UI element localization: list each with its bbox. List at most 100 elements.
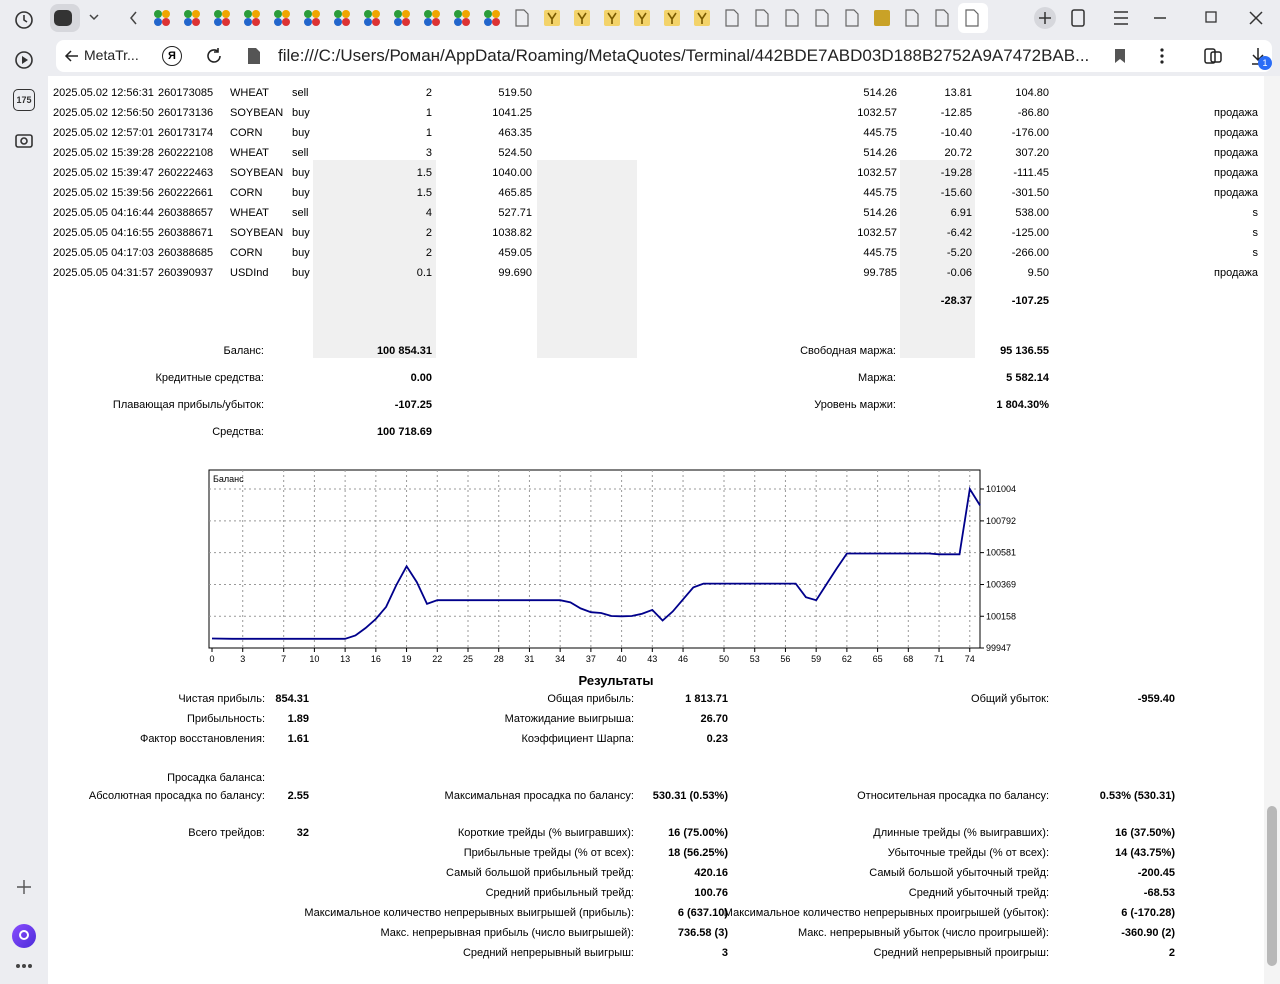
menu-dots-icon[interactable] [1152,46,1172,66]
tab-favicon[interactable] [214,18,222,26]
total-trades-value: 32 [296,827,309,839]
screenshot-icon[interactable] [10,126,38,154]
x-tick-label: 7 [281,654,286,664]
tab-favicon[interactable] [394,18,402,26]
tab-favicon[interactable] [515,9,529,27]
tab-favicon[interactable] [154,18,162,26]
tab-favicon[interactable] [154,10,162,18]
scroll-tabs-left-icon[interactable] [130,11,137,25]
tab-favicon[interactable] [785,9,799,27]
back-arrow-icon[interactable] [62,46,82,66]
tab-favicon[interactable] [304,18,312,26]
tab-favicon[interactable] [935,9,949,27]
more-dots-icon[interactable] [10,952,38,980]
x-tick-label: 74 [965,654,975,664]
tab-favicon[interactable] [372,18,380,26]
tab-favicon[interactable] [454,18,462,26]
tab-favicon[interactable] [342,18,350,26]
scrollbar[interactable] [1264,76,1280,984]
url-field[interactable]: file:///C:/Users/Роман/AppData/Roaming/M… [278,46,1089,66]
collections-icon[interactable] [1202,46,1224,66]
x-tick-label: 62 [842,654,852,664]
tab-favicon[interactable] [424,18,432,26]
alice-assistant-icon[interactable] [10,922,38,950]
tab-favicon[interactable] [725,9,739,27]
cell-swap: -19.28 [940,167,972,179]
tab-favicon[interactable] [162,18,170,26]
tab-favicon[interactable] [222,18,230,26]
tab-favicon[interactable] [252,18,260,26]
tab-favicon[interactable] [282,10,290,18]
cell-price: 527.71 [498,207,532,219]
tab-favicon[interactable] [364,18,372,26]
tab-favicon[interactable] [334,10,342,18]
cell-profit: -125.00 [1011,227,1049,239]
counter-badge[interactable]: 175 [10,86,38,114]
cell-comment: продажа [1214,127,1258,139]
file-icon[interactable] [244,46,264,66]
tab-favicon[interactable] [334,18,342,26]
play-icon[interactable] [10,46,38,74]
tab-favicon[interactable] [192,10,200,18]
cell-time: 2025.05.02 15:39:47 [53,167,154,179]
tab-favicon[interactable] [402,18,410,26]
tab-favicon[interactable] [342,10,350,18]
tab-favicon[interactable] [432,10,440,18]
reload-icon[interactable] [204,46,224,66]
bookmarks-icon[interactable] [1071,9,1085,27]
tab-favicon[interactable] [755,9,769,27]
rel-dd-value: 0.53% (530.31) [1099,790,1175,802]
add-panel-icon[interactable] [10,873,38,901]
tab-favicon[interactable] [492,18,500,26]
tab-favicon[interactable] [244,10,252,18]
tab-favicon[interactable] [424,10,432,18]
cell-swap: -15.60 [940,187,972,199]
tab-favicon[interactable] [462,10,470,18]
tab-favicon[interactable] [274,18,282,26]
tab-favicon[interactable] [492,10,500,18]
tab-favicon[interactable] [432,18,440,26]
tab-favicon[interactable] [184,10,192,18]
x-tick-label: 50 [719,654,729,664]
tab-favicon[interactable] [874,10,890,26]
tab-favicon[interactable] [905,9,919,27]
tab-favicon[interactable] [484,18,492,26]
tab-favicon[interactable] [312,10,320,18]
tab-favicon[interactable] [815,9,829,27]
history-icon[interactable] [10,6,38,34]
tab-favicon[interactable] [192,18,200,26]
tab-favicon[interactable] [484,10,492,18]
tab-favicon[interactable] [252,10,260,18]
tab-favicon[interactable] [845,9,859,27]
close-window-icon[interactable] [1249,11,1263,25]
tab-favicon[interactable] [304,10,312,18]
tab-favicon[interactable] [282,18,290,26]
bookmark-icon[interactable] [1110,46,1130,66]
equity-label: Средства: [212,426,264,438]
tab-favicon[interactable] [214,10,222,18]
tab-favicon[interactable] [274,10,282,18]
tab-title[interactable]: MetaTr... [84,47,139,63]
x-tick-label: 56 [780,654,790,664]
tab-favicon[interactable] [372,10,380,18]
tab-favicon[interactable] [462,18,470,26]
tab-favicon[interactable] [364,10,372,18]
tab-favicon[interactable] [312,18,320,26]
restore-icon[interactable] [1205,11,1217,23]
tab-favicon[interactable] [162,10,170,18]
yandex-logo-icon[interactable]: Я [162,46,182,66]
scrollbar-thumb[interactable] [1267,806,1277,966]
tab-favicon[interactable] [222,10,230,18]
tab-list-chevron-icon[interactable] [89,14,99,21]
tab-favicon[interactable] [244,18,252,26]
pinned-tab-icons[interactable] [50,3,988,33]
largest-profit-label: Самый большой прибыльный трейд: [446,867,634,879]
tab-favicon[interactable] [402,10,410,18]
tab-favicon[interactable] [454,10,462,18]
hamburger-icon[interactable] [1114,11,1128,25]
tab-favicon[interactable] [184,18,192,26]
tab-favicon[interactable] [394,10,402,18]
avg-profit-value: 100.76 [694,887,728,899]
cell-ticket: 260222108 [158,147,214,159]
tab-active[interactable] [958,3,988,33]
